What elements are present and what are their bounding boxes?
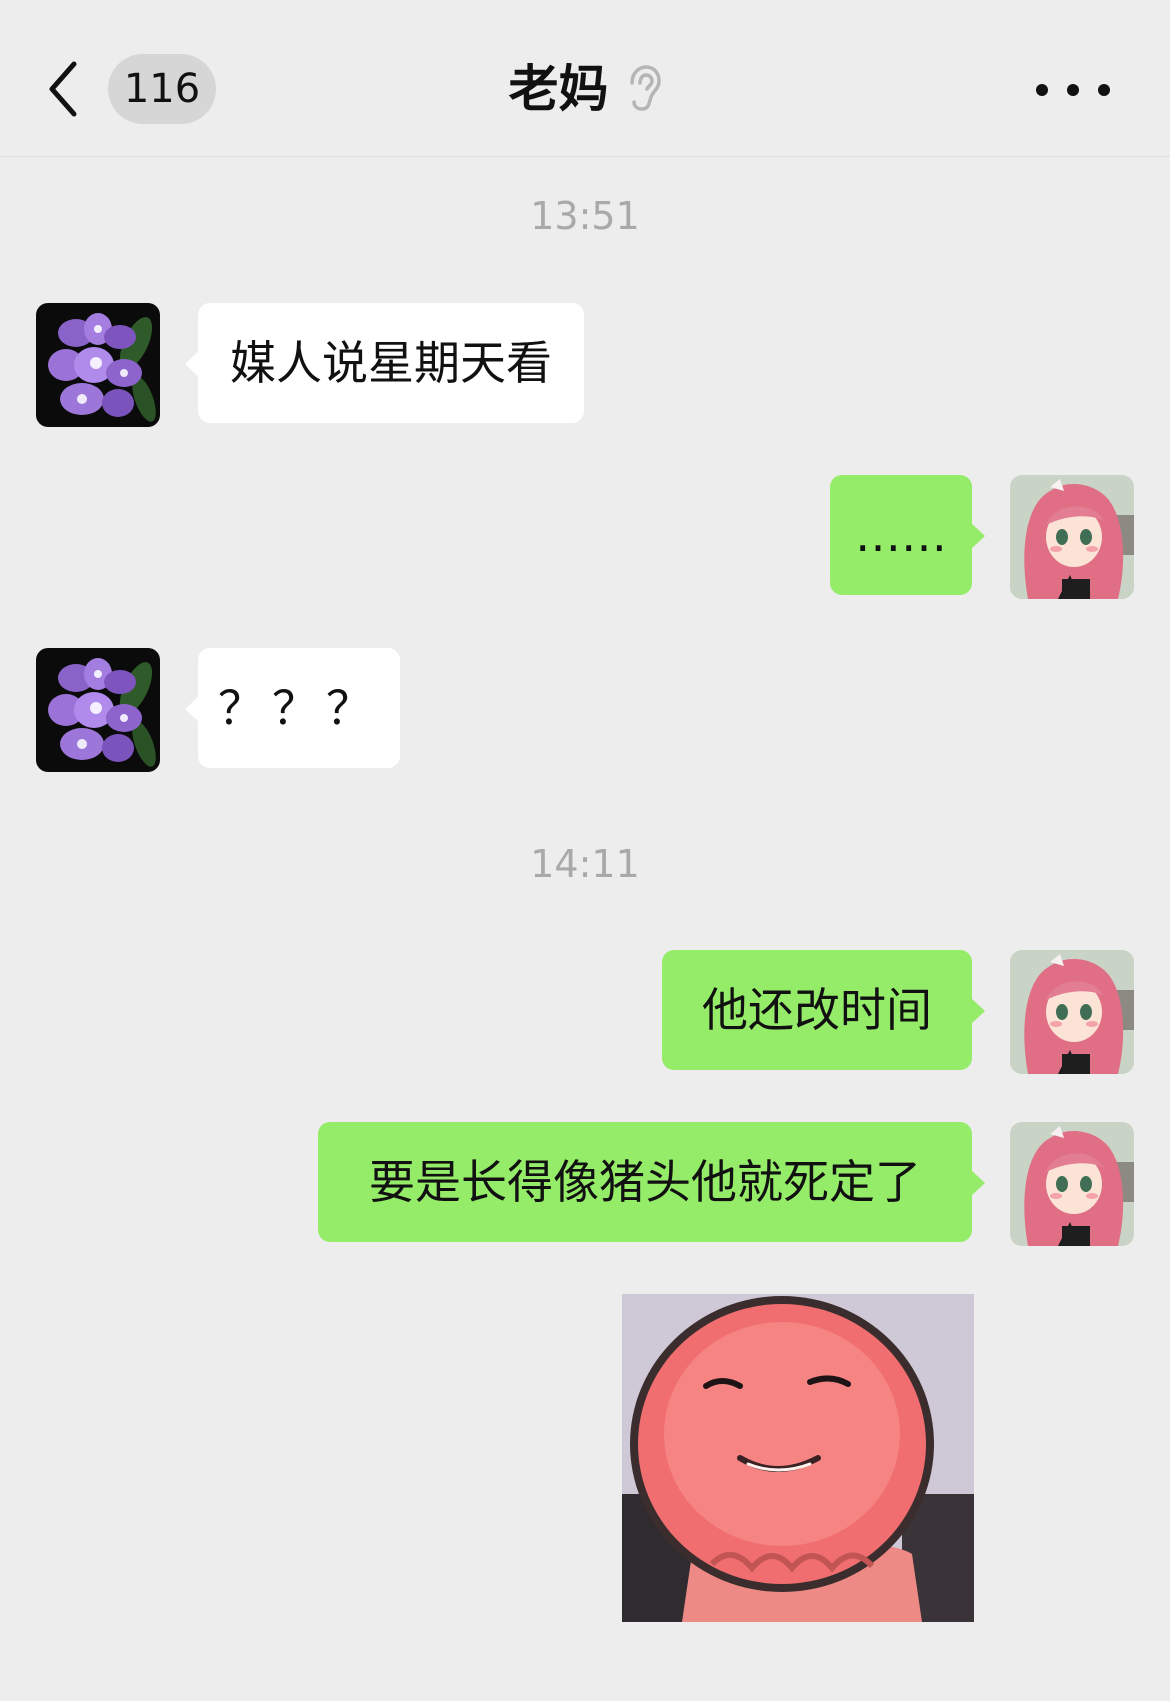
message-bubble-incoming[interactable]: ？？？	[185, 648, 400, 768]
ear-mute-icon	[629, 65, 661, 111]
orchid-avatar-icon	[36, 303, 160, 427]
smiling-pink-face-sticker	[622, 1294, 974, 1622]
chat-title-area: 老妈	[0, 54, 1170, 124]
avatar-me[interactable]	[1010, 475, 1134, 599]
sticker-message[interactable]	[622, 1294, 974, 1622]
chat-title[interactable]: 老妈	[508, 54, 608, 124]
timestamp: 13:51	[530, 194, 640, 238]
anime-girl-avatar-icon	[1010, 1122, 1134, 1246]
avatar-mom[interactable]	[36, 648, 160, 772]
anime-girl-avatar-icon	[1010, 950, 1134, 1074]
orchid-avatar-icon	[36, 648, 160, 772]
message-bubble-outgoing[interactable]: 他还改时间	[662, 950, 985, 1070]
timestamp: 14:11	[530, 842, 640, 886]
avatar-mom[interactable]	[36, 303, 160, 427]
message-bubble-outgoing[interactable]: ……	[830, 475, 985, 595]
more-dots-icon[interactable]	[1032, 80, 1114, 100]
chat-header: 116 老妈	[0, 0, 1170, 157]
avatar-me[interactable]	[1010, 950, 1134, 1074]
message-bubble-incoming[interactable]: 媒人说星期天看	[185, 303, 584, 423]
anime-girl-avatar-icon	[1010, 475, 1134, 599]
message-bubble-outgoing[interactable]: 要是长得像猪头他就死定了	[318, 1122, 985, 1242]
avatar-me[interactable]	[1010, 1122, 1134, 1246]
